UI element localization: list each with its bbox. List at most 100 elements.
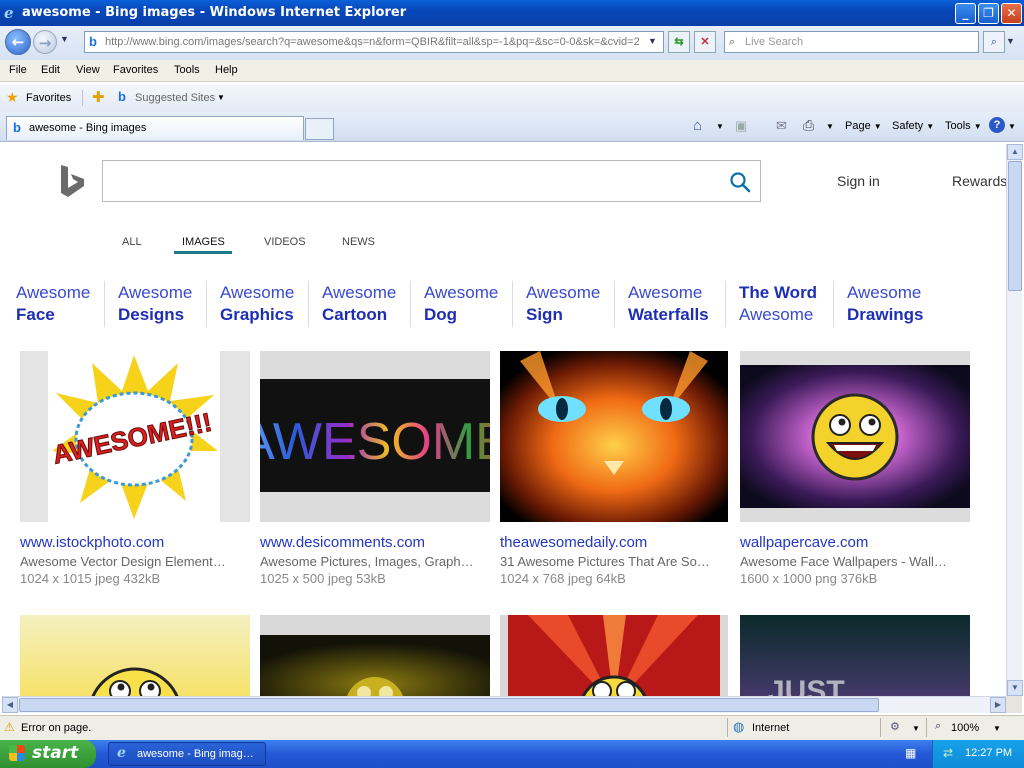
warning-icon[interactable]: ⚠ <box>4 720 15 734</box>
vertical-scrollbar[interactable]: ▲ ▼ <box>1006 144 1023 696</box>
related-search-item[interactable]: Awesome Waterfalls <box>628 282 738 326</box>
protected-dropdown-icon[interactable]: ▼ <box>912 724 920 733</box>
zoom-level[interactable]: 100% <box>951 722 979 734</box>
address-dropdown-icon[interactable]: ▼ <box>648 36 657 46</box>
tab-active[interactable]: b awesome - Bing images <box>6 116 304 140</box>
result-thumbnail[interactable] <box>20 615 250 696</box>
taskbar-item-ie[interactable]: e awesome - Bing imag… <box>108 742 266 766</box>
address-input[interactable]: b http://www.bing.com/images/search?q=aw… <box>84 31 664 53</box>
suggested-dropdown-icon[interactable]: ▼ <box>217 93 225 102</box>
add-favorite-icon[interactable]: ✚ <box>92 88 105 106</box>
related-search-item[interactable]: Awesome Cartoon <box>322 282 422 326</box>
new-tab-button[interactable] <box>305 118 334 140</box>
favorites-button[interactable]: Favorites <box>26 92 71 104</box>
menu-help[interactable]: Help <box>215 64 238 76</box>
bing-logo-icon[interactable] <box>58 164 88 198</box>
result-site-link[interactable]: theawesomedaily.com <box>500 534 647 551</box>
nav-images[interactable]: IMAGES <box>182 236 225 248</box>
search-icon[interactable] <box>729 171 751 193</box>
menu-tools[interactable]: Tools <box>174 64 200 76</box>
nav-all[interactable]: ALL <box>122 236 142 248</box>
security-zone[interactable]: Internet <box>752 722 789 734</box>
zoom-dropdown-icon[interactable]: ▼ <box>993 724 1001 733</box>
result-site-link[interactable]: wallpapercave.com <box>740 534 868 551</box>
start-button[interactable]: start <box>0 740 96 768</box>
result-thumbnail[interactable] <box>500 615 728 696</box>
tools-menu[interactable]: Tools ▼ <box>945 120 982 132</box>
zoom-icon: ⌕ <box>935 720 942 732</box>
sign-in-link[interactable]: Sign in <box>837 173 880 189</box>
related-search-item[interactable]: Awesome Drawings <box>847 282 947 326</box>
suggested-sites-link[interactable]: Suggested Sites <box>135 92 215 104</box>
horizontal-scroll-thumb[interactable] <box>19 698 879 712</box>
stop-button[interactable]: ✕ <box>694 31 716 53</box>
scroll-up-button[interactable]: ▲ <box>1007 144 1023 160</box>
clock[interactable]: 12:27 PM <box>965 747 1012 759</box>
refresh-button[interactable]: ⇆ <box>668 31 690 53</box>
result-description[interactable]: Awesome Vector Design Element… <box>20 554 246 569</box>
divider <box>410 281 411 327</box>
safety-menu[interactable]: Safety ▼ <box>892 120 934 132</box>
feeds-icon[interactable]: ▣ <box>735 118 747 134</box>
forward-button[interactable]: → <box>33 30 57 54</box>
result-site-link[interactable]: www.istockphoto.com <box>20 534 164 551</box>
related-search-item[interactable]: The Word Awesome <box>739 282 839 326</box>
result-thumbnail[interactable]: AWESOME <box>260 351 490 522</box>
menu-view[interactable]: View <box>76 64 100 76</box>
rewards-link[interactable]: Rewards <box>952 173 1006 189</box>
tray-keyboard-icon[interactable]: ▦ <box>905 746 916 760</box>
related-bottom: Dog <box>424 305 458 324</box>
nav-videos[interactable]: VIDEOS <box>264 236 306 248</box>
scroll-down-button[interactable]: ▼ <box>1007 680 1023 696</box>
search-go-button[interactable]: ⌕ <box>983 31 1005 53</box>
related-search-item[interactable]: Awesome Graphics <box>220 282 320 326</box>
related-search-item[interactable]: Awesome Sign <box>526 282 626 326</box>
result-description[interactable]: Awesome Pictures, Images, Graph… <box>260 554 486 569</box>
help-dropdown-icon[interactable]: ▼ <box>1008 122 1016 131</box>
comic-burst-image: AWESOME!!! <box>49 355 218 519</box>
result-thumbnail[interactable] <box>740 351 970 522</box>
divider <box>727 718 728 737</box>
search-options-icon[interactable]: ▼ <box>1006 36 1015 46</box>
smiley-image <box>508 615 720 696</box>
maximize-button[interactable]: ❐ <box>978 3 999 24</box>
minimize-button[interactable]: _ <box>955 3 976 24</box>
result-site-link[interactable]: www.desicomments.com <box>260 534 425 551</box>
home-icon[interactable]: ⌂ <box>693 117 702 134</box>
print-dropdown-icon[interactable]: ▼ <box>826 122 834 131</box>
print-icon[interactable]: ⎙ <box>803 117 814 134</box>
live-search-input[interactable]: ⌕ Live Search <box>724 31 979 53</box>
help-icon[interactable]: ? <box>989 117 1005 133</box>
related-top: Awesome <box>628 283 703 302</box>
result-description[interactable]: Awesome Face Wallpapers - Wall… <box>740 554 966 569</box>
result-thumbnail[interactable]: JUST <box>740 615 970 696</box>
bing-search-input[interactable] <box>102 160 761 202</box>
menu-favorites[interactable]: Favorites <box>113 64 158 76</box>
result-description[interactable]: 31 Awesome Pictures That Are So… <box>500 554 726 569</box>
protected-mode-icon[interactable]: ⚙ <box>890 720 900 733</box>
menu-edit[interactable]: Edit <box>41 64 60 76</box>
related-search-item[interactable]: Awesome Dog <box>424 282 524 326</box>
result-thumbnail[interactable]: AWESOME!!! <box>20 351 250 522</box>
page-menu[interactable]: Page ▼ <box>845 120 882 132</box>
scroll-right-button[interactable]: ▶ <box>990 697 1006 713</box>
network-icon[interactable]: ⇄ <box>943 746 953 760</box>
result-thumbnail[interactable] <box>500 351 728 522</box>
mail-icon[interactable]: ✉ <box>776 118 787 134</box>
result-thumbnail[interactable] <box>260 615 490 696</box>
history-dropdown-icon[interactable]: ▼ <box>60 34 69 44</box>
related-search-item[interactable]: Awesome Designs <box>118 282 218 326</box>
related-search-item[interactable]: Awesome Face <box>16 282 116 326</box>
nav-news[interactable]: NEWS <box>342 236 375 248</box>
close-button[interactable]: ✕ <box>1001 3 1022 24</box>
related-bottom: Designs <box>118 305 185 324</box>
related-top: Awesome <box>16 283 91 302</box>
scroll-left-button[interactable]: ◀ <box>2 697 18 713</box>
divider <box>926 718 927 737</box>
vertical-scroll-thumb[interactable] <box>1008 161 1022 291</box>
home-dropdown-icon[interactable]: ▼ <box>716 122 724 131</box>
menu-file[interactable]: File <box>9 64 27 76</box>
status-message[interactable]: Error on page. <box>21 722 91 734</box>
horizontal-scrollbar[interactable]: ◀ ▶ <box>2 696 1006 713</box>
back-button[interactable]: ← <box>5 29 31 55</box>
